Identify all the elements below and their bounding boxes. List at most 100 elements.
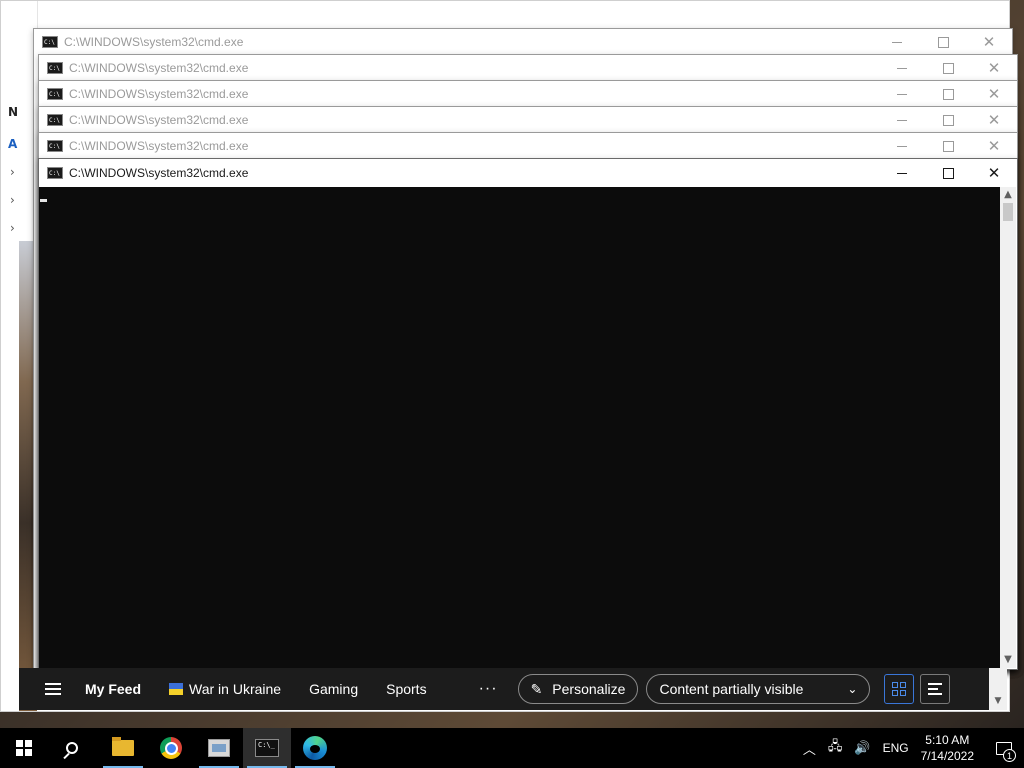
ukraine-flag-icon bbox=[169, 683, 184, 695]
content-visibility-dropdown[interactable]: Content partially visible ⌄ bbox=[646, 674, 871, 704]
scroll-down-icon[interactable]: ▼ bbox=[1000, 652, 1016, 668]
feed-tab-my-feed[interactable]: My Feed bbox=[85, 681, 141, 697]
edge-icon bbox=[303, 736, 327, 760]
cmd-titlebar-2[interactable]: C:\ C:\WINDOWS\system32\cmd.exe ✕ bbox=[39, 55, 1017, 81]
command-prompt-icon: C:\_ bbox=[255, 739, 279, 757]
chevron-right-icon[interactable]: › bbox=[10, 221, 20, 235]
minimize-button[interactable] bbox=[879, 81, 925, 107]
cmd-app-icon: C:\ bbox=[42, 36, 58, 48]
file-explorer-button[interactable] bbox=[99, 728, 147, 768]
personalize-button[interactable]: ✎ Personalize bbox=[517, 674, 639, 704]
cmd-titlebar-1[interactable]: C:\ C:\WINDOWS\system32\cmd.exe ✕ bbox=[34, 29, 1012, 55]
pencil-icon: ✎ bbox=[530, 680, 543, 697]
side-letter-a: A bbox=[8, 137, 18, 151]
minimize-icon bbox=[897, 119, 907, 121]
search-icon bbox=[66, 742, 78, 754]
scrollbar-thumb[interactable] bbox=[1003, 203, 1013, 221]
maximize-icon bbox=[942, 88, 954, 100]
maximize-icon bbox=[937, 36, 949, 48]
close-button[interactable]: ✕ bbox=[971, 133, 1017, 159]
personalize-label: Personalize bbox=[552, 681, 626, 697]
minimize-icon bbox=[897, 145, 907, 147]
feed-scrollbar[interactable]: ▼ bbox=[989, 668, 1007, 710]
maximize-button[interactable] bbox=[920, 29, 966, 55]
minimize-button[interactable] bbox=[879, 133, 925, 159]
window-title: C:\WINDOWS\system32\cmd.exe bbox=[69, 166, 249, 180]
cmd-app-icon: C:\ bbox=[47, 114, 63, 126]
chevron-right-icon[interactable]: › bbox=[10, 165, 20, 179]
cmd-app-icon: C:\ bbox=[47, 62, 63, 74]
minimize-button[interactable] bbox=[874, 29, 920, 55]
command-prompt-button[interactable]: C:\_ bbox=[243, 728, 291, 768]
close-button[interactable]: ✕ bbox=[966, 29, 1012, 55]
system-tray: ︿ 🖧 🔊 ENG 5:10 AM 7/14/2022 1 bbox=[797, 728, 1024, 768]
close-button[interactable]: ✕ bbox=[971, 107, 1017, 133]
show-hidden-icons-chevron-icon[interactable]: ︿ bbox=[803, 739, 816, 758]
clock-time: 5:10 AM bbox=[925, 733, 970, 747]
network-icon[interactable]: 🖧 bbox=[828, 737, 843, 759]
minimize-button[interactable] bbox=[879, 55, 925, 81]
console-scrollbar[interactable]: ▲ ▼ bbox=[1000, 187, 1016, 668]
notification-count-badge: 1 bbox=[1003, 749, 1016, 762]
minimize-icon bbox=[897, 67, 907, 69]
start-button[interactable] bbox=[0, 728, 48, 768]
chrome-button[interactable] bbox=[147, 728, 195, 768]
more-options-icon[interactable]: ··· bbox=[479, 680, 498, 698]
cmd-titlebar-active[interactable]: C:\ C:\WINDOWS\system32\cmd.exe ✕ bbox=[39, 159, 1017, 187]
minimize-icon bbox=[897, 172, 907, 174]
clock-date: 7/14/2022 bbox=[920, 749, 974, 763]
windows-logo-icon bbox=[16, 740, 32, 756]
close-icon: ✕ bbox=[987, 136, 1001, 155]
task-manager-button[interactable] bbox=[195, 728, 243, 768]
window-title: C:\WINDOWS\system32\cmd.exe bbox=[64, 35, 244, 49]
close-icon: ✕ bbox=[987, 163, 1001, 182]
hamburger-menu-icon[interactable] bbox=[45, 683, 85, 695]
grid-view-icon bbox=[892, 682, 907, 696]
edge-button[interactable] bbox=[291, 728, 339, 768]
feed-tab-gaming[interactable]: Gaming bbox=[309, 681, 358, 697]
volume-icon[interactable]: 🔊 bbox=[854, 740, 870, 756]
cmd-titlebar-5[interactable]: C:\ C:\WINDOWS\system32\cmd.exe ✕ bbox=[39, 133, 1017, 159]
chevron-right-icon[interactable]: › bbox=[10, 193, 20, 207]
chrome-icon bbox=[160, 737, 182, 759]
close-button[interactable]: ✕ bbox=[971, 160, 1017, 186]
minimize-icon bbox=[892, 41, 902, 43]
clock[interactable]: 5:10 AM 7/14/2022 bbox=[921, 732, 974, 764]
window-title: C:\WINDOWS\system32\cmd.exe bbox=[69, 139, 249, 153]
close-button[interactable]: ✕ bbox=[971, 81, 1017, 107]
maximize-button[interactable] bbox=[925, 133, 971, 159]
close-icon: ✕ bbox=[982, 32, 996, 51]
news-feed-bar: My Feed War in Ukraine Gaming Sports ···… bbox=[19, 668, 989, 710]
maximize-icon bbox=[942, 62, 954, 74]
input-language[interactable]: ENG bbox=[883, 741, 909, 755]
window-title: C:\WINDOWS\system32\cmd.exe bbox=[69, 61, 249, 75]
grid-view-button[interactable] bbox=[884, 674, 915, 704]
minimize-button[interactable] bbox=[879, 107, 925, 133]
content-visibility-label: Content partially visible bbox=[659, 681, 804, 697]
maximize-icon bbox=[942, 114, 954, 126]
feed-tab-war-in-ukraine[interactable]: War in Ukraine bbox=[169, 681, 281, 697]
maximize-button[interactable] bbox=[925, 55, 971, 81]
cmd-app-icon: C:\ bbox=[47, 88, 63, 100]
list-view-icon bbox=[928, 683, 943, 695]
console-output-area[interactable] bbox=[39, 187, 1000, 668]
feed-tab-label: War in Ukraine bbox=[189, 681, 282, 697]
maximize-icon bbox=[942, 167, 954, 179]
maximize-button[interactable] bbox=[925, 81, 971, 107]
list-view-button[interactable] bbox=[920, 674, 951, 704]
feed-tab-sports[interactable]: Sports bbox=[386, 681, 426, 697]
cmd-app-icon: C:\ bbox=[47, 167, 63, 179]
minimize-button[interactable] bbox=[879, 160, 925, 186]
maximize-button[interactable] bbox=[925, 160, 971, 186]
action-center-button[interactable]: 1 bbox=[984, 728, 1024, 768]
search-button[interactable] bbox=[48, 728, 96, 768]
cmd-titlebar-3[interactable]: C:\ C:\WINDOWS\system32\cmd.exe ✕ bbox=[39, 81, 1017, 107]
scroll-up-icon[interactable]: ▲ bbox=[1000, 187, 1016, 203]
scroll-down-icon[interactable]: ▼ bbox=[989, 696, 1007, 706]
minimize-icon bbox=[897, 93, 907, 95]
close-icon: ✕ bbox=[987, 84, 1001, 103]
cmd-titlebar-4[interactable]: C:\ C:\WINDOWS\system32\cmd.exe ✕ bbox=[39, 107, 1017, 133]
close-button[interactable]: ✕ bbox=[971, 55, 1017, 81]
maximize-button[interactable] bbox=[925, 107, 971, 133]
window-title: C:\WINDOWS\system32\cmd.exe bbox=[69, 87, 249, 101]
